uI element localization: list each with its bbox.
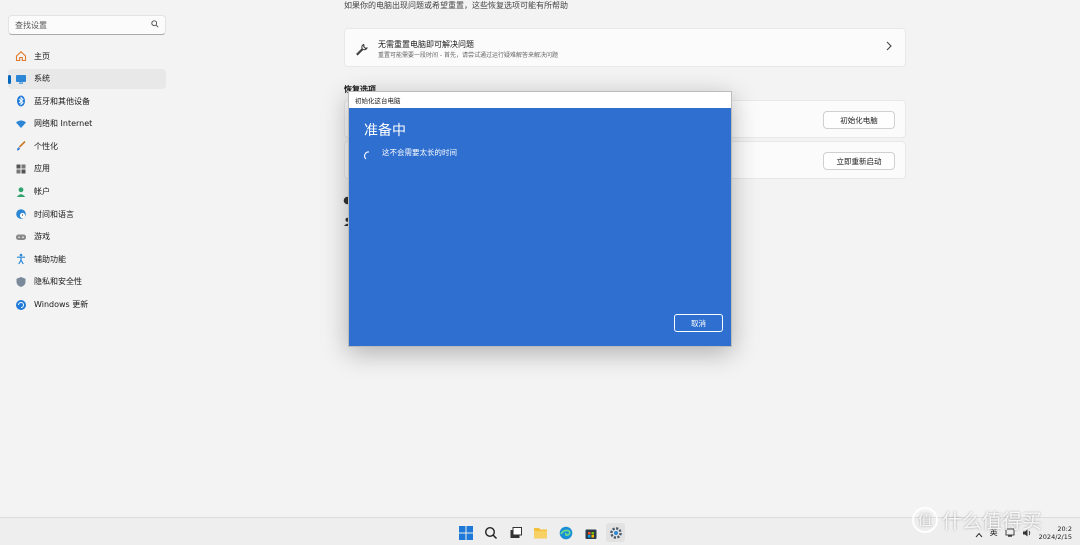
system-icon xyxy=(15,73,27,85)
watermark-logo: 值 xyxy=(912,506,938,533)
update-icon xyxy=(15,299,27,311)
search-icon[interactable] xyxy=(481,523,500,542)
file-explorer-icon[interactable] xyxy=(531,523,550,542)
wifi-icon xyxy=(15,118,27,130)
search-input[interactable]: 查找设置 xyxy=(8,15,166,35)
accessibility-icon xyxy=(15,253,27,265)
brush-icon xyxy=(15,140,27,152)
sidebar-item-windows-update[interactable]: Windows 更新 xyxy=(8,295,166,315)
reset-pc-button[interactable]: 初始化电脑 xyxy=(823,111,895,129)
sidebar-item-label: 个性化 xyxy=(34,141,58,151)
sidebar-item-label: 隐私和安全性 xyxy=(34,277,82,287)
sidebar-item-time-language[interactable]: 时间和语言 xyxy=(8,204,166,224)
restart-now-button[interactable]: 立即重新启动 xyxy=(823,152,895,170)
sidebar-nav: 主页 系统 蓝牙和其他设备 网络和 Internet 个性化 应用 帐户 时间和… xyxy=(8,46,166,317)
dialog-title: 初始化这台电脑 xyxy=(349,92,731,108)
wrench-icon xyxy=(355,41,368,60)
store-icon[interactable] xyxy=(581,523,600,542)
watermark: 值 什么值得买 xyxy=(912,505,1042,534)
globe-clock-icon xyxy=(15,208,27,220)
account-icon xyxy=(15,186,27,198)
apps-icon xyxy=(15,163,27,175)
sidebar-item-personalization[interactable]: 个性化 xyxy=(8,136,166,156)
sidebar-item-home[interactable]: 主页 xyxy=(8,46,166,66)
home-icon xyxy=(15,50,27,62)
troubleshoot-title: 无需重置电脑即可解决问题 xyxy=(378,40,474,49)
sidebar-item-label: 帐户 xyxy=(34,187,50,197)
troubleshoot-subtitle: 重置可能需要一段时间 - 首先，请尝试通过运行疑难解答来解决问题 xyxy=(378,52,558,59)
loading-spinner-icon xyxy=(364,146,374,165)
sidebar-item-apps[interactable]: 应用 xyxy=(8,159,166,179)
sidebar-item-privacy[interactable]: 隐私和安全性 xyxy=(8,272,166,292)
task-view-icon[interactable] xyxy=(506,523,525,542)
dialog-message: 这不会需要太长的时间 xyxy=(382,148,457,157)
sidebar-item-system[interactable]: 系统 xyxy=(8,68,166,89)
sidebar-item-bluetooth[interactable]: 蓝牙和其他设备 xyxy=(8,91,166,111)
clock[interactable]: 20:2 2024/2/15 xyxy=(1039,525,1072,541)
sidebar-item-accessibility[interactable]: 辅助功能 xyxy=(8,249,166,269)
gamepad-icon xyxy=(15,231,27,243)
search-placeholder: 查找设置 xyxy=(15,20,47,30)
shield-icon xyxy=(15,276,27,288)
sidebar-item-accounts[interactable]: 帐户 xyxy=(8,182,166,202)
sidebar-item-label: 游戏 xyxy=(34,232,50,242)
bluetooth-icon xyxy=(15,95,27,107)
edge-browser-icon[interactable] xyxy=(556,523,575,542)
sidebar-item-label: 网络和 Internet xyxy=(34,119,93,129)
troubleshoot-card[interactable]: 无需重置电脑即可解决问题 重置可能需要一段时间 - 首先，请尝试通过运行疑难解答… xyxy=(344,28,906,67)
sidebar-item-label: 时间和语言 xyxy=(34,209,74,219)
sidebar-item-network[interactable]: 网络和 Internet xyxy=(8,114,166,134)
sidebar-item-label: 系统 xyxy=(34,74,50,84)
sidebar-item-label: 主页 xyxy=(34,51,50,61)
sidebar-item-label: 蓝牙和其他设备 xyxy=(34,96,90,106)
watermark-text: 什么值得买 xyxy=(942,509,1042,533)
clock-time: 20:2 xyxy=(1057,524,1072,533)
reset-progress-dialog: 初始化这台电脑 准备中 这不会需要太长的时间 取消 xyxy=(348,91,732,347)
chevron-right-icon xyxy=(885,41,893,54)
dialog-heading: 准备中 xyxy=(364,123,406,139)
recovery-description: 如果你的电脑出现问题或希望重置，这些恢复选项可能有所帮助 xyxy=(344,1,568,10)
sidebar-item-label: Windows 更新 xyxy=(34,300,89,310)
sidebar-item-label: 辅助功能 xyxy=(34,254,66,264)
start-icon[interactable] xyxy=(456,523,475,542)
settings-window: 查找设置 主页 系统 蓝牙和其他设备 网络和 Internet 个性化 应用 帐… xyxy=(0,0,1080,517)
sidebar-item-label: 应用 xyxy=(34,164,50,174)
taskbar-apps xyxy=(456,523,625,542)
clock-date: 2024/2/15 xyxy=(1038,532,1072,541)
settings-gear-icon[interactable] xyxy=(606,523,625,542)
cancel-button[interactable]: 取消 xyxy=(674,314,723,332)
sidebar-item-gaming[interactable]: 游戏 xyxy=(8,227,166,247)
search-icon xyxy=(151,20,159,30)
